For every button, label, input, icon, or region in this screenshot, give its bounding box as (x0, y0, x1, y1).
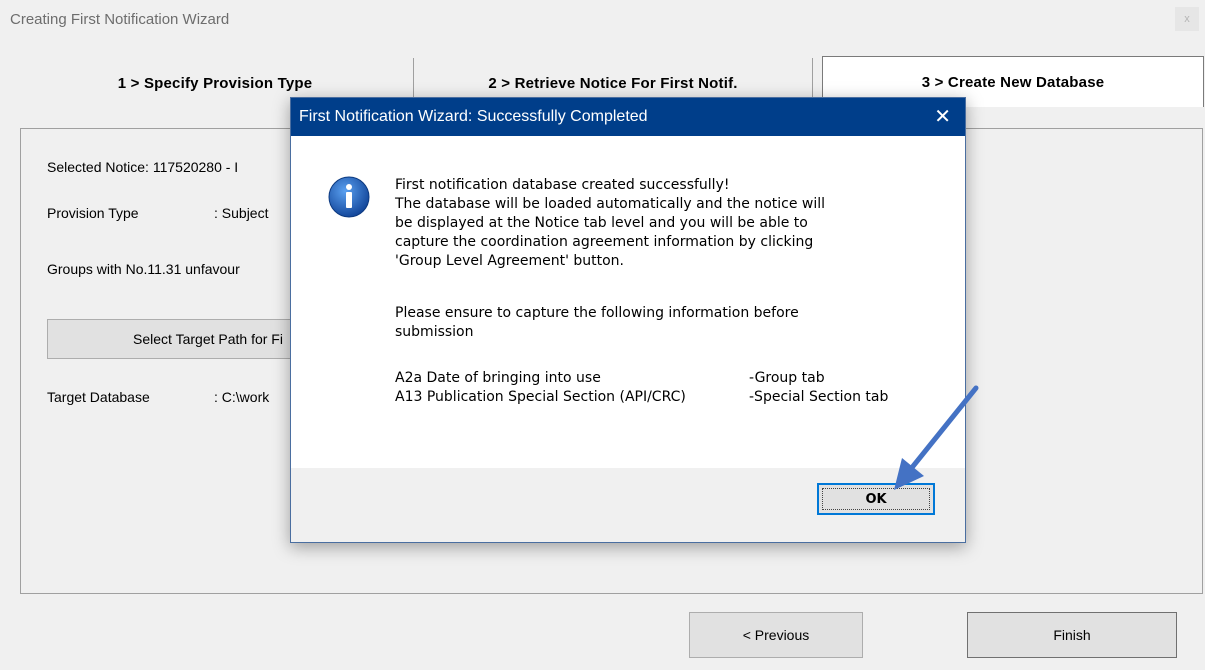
message-line: First notification database created succ… (395, 177, 730, 193)
dialog-close-button[interactable]: ✕ (934, 104, 951, 129)
selected-notice-label: Selected Notice: 117520280 - I (47, 159, 239, 175)
required-field: A13 Publication Special Section (API/CRC… (395, 389, 686, 405)
dialog-title: First Notification Wizard: Successfully … (299, 108, 648, 125)
required-field-tab: -Special Section tab (749, 389, 889, 405)
annotation-arrow-icon (894, 385, 979, 490)
finish-button[interactable]: Finish (967, 612, 1177, 658)
message-line: be displayed at the Notice tab level and… (395, 215, 808, 231)
required-field: A2a Date of bringing into use (395, 370, 601, 386)
ensure-line: Please ensure to capture the following i… (395, 305, 799, 321)
window-close-button[interactable]: x (1175, 7, 1199, 31)
ensure-line: submission (395, 324, 474, 340)
target-database-label: Target Database (47, 389, 150, 405)
success-dialog: First Notification Wizard: Successfully … (290, 97, 966, 543)
window-title: Creating First Notification Wizard (10, 11, 230, 28)
provision-type-label: Provision Type (47, 205, 139, 221)
message-line: The database will be loaded automaticall… (395, 196, 826, 212)
dialog-title-bar: First Notification Wizard: Successfully … (291, 98, 965, 136)
required-field-tab: -Group tab (749, 370, 825, 386)
info-icon (328, 176, 370, 218)
provision-type-value: : Subject (214, 205, 269, 221)
message-line: 'Group Level Agreement' button. (395, 253, 625, 269)
message-line: capture the coordination agreement infor… (395, 234, 814, 250)
previous-button[interactable]: < Previous (689, 612, 863, 658)
groups-label: Groups with No.11.31 unfavour (47, 261, 240, 277)
target-database-value: : C:\work (214, 389, 270, 405)
